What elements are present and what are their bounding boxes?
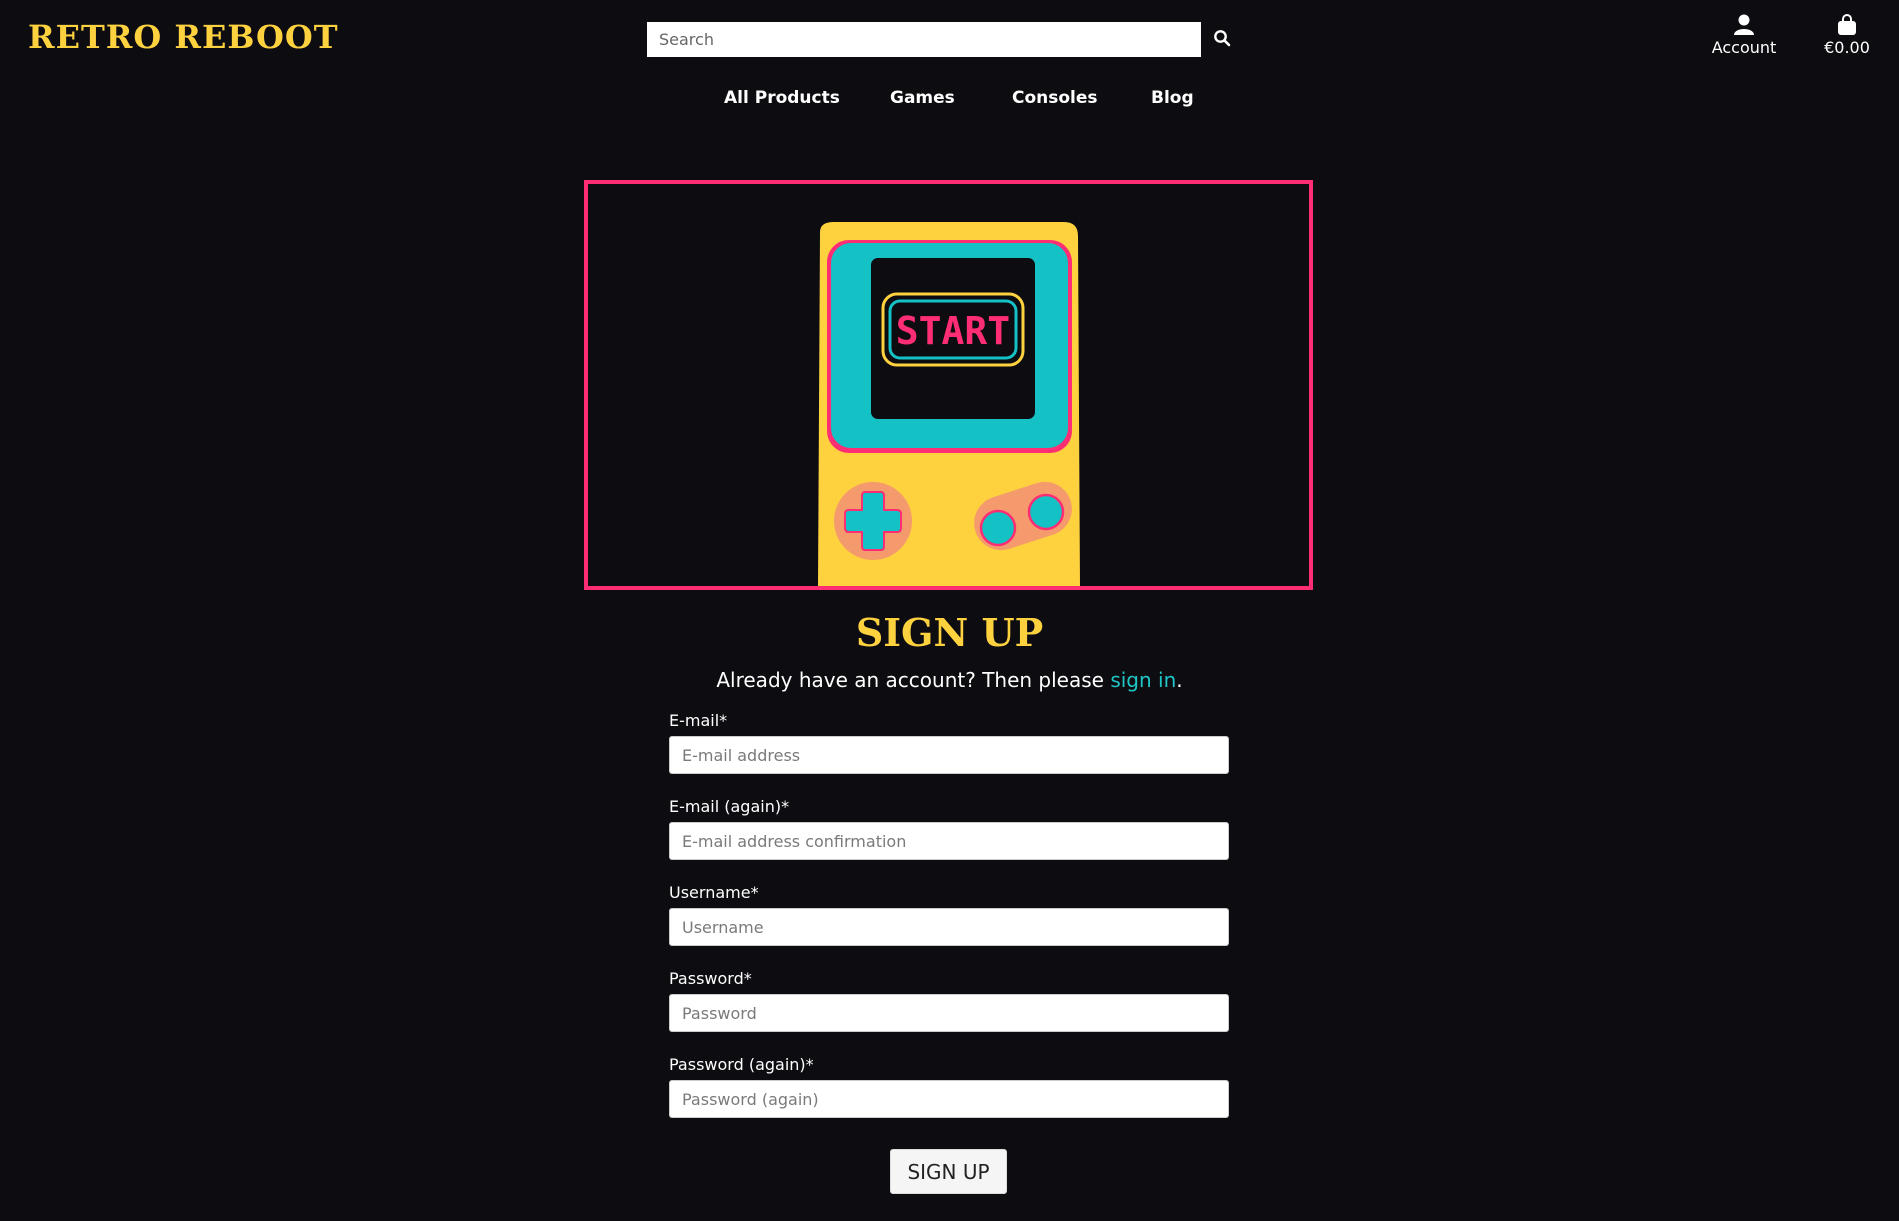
nav-blog[interactable]: Blog — [1151, 88, 1194, 108]
signin-prompt: Already have an account? Then please sig… — [0, 668, 1899, 692]
search-button[interactable] — [1209, 22, 1234, 57]
shopping-bag-icon — [1838, 14, 1856, 35]
user-icon — [1734, 14, 1754, 35]
site-logo[interactable]: RETRO REBOOT — [28, 18, 339, 56]
search-icon — [1213, 30, 1230, 47]
email-label: E-mail* — [669, 711, 728, 730]
password-field[interactable] — [669, 994, 1229, 1032]
account-label: Account — [1711, 38, 1777, 57]
page-title: SIGN UP — [855, 610, 1044, 655]
nav-games[interactable]: Games — [890, 88, 955, 108]
email-confirm-field[interactable] — [669, 822, 1229, 860]
search-bar — [647, 22, 1234, 57]
account-link[interactable]: Account — [1700, 14, 1788, 57]
hero-banner: START — [584, 180, 1313, 590]
password-confirm-label: Password (again)* — [669, 1055, 814, 1074]
signin-link[interactable]: sign in — [1110, 668, 1176, 692]
search-input[interactable] — [647, 22, 1201, 57]
hero-start-text: START — [896, 309, 1010, 353]
password-confirm-field[interactable] — [669, 1080, 1229, 1118]
username-field[interactable] — [669, 908, 1229, 946]
email-field[interactable] — [669, 736, 1229, 774]
signin-prefix: Already have an account? Then please — [716, 668, 1111, 692]
cart-link[interactable]: €0.00 — [1812, 14, 1882, 57]
gameboy-illustration: START — [818, 222, 1080, 586]
nav-consoles[interactable]: Consoles — [1012, 88, 1098, 108]
nav-all-products[interactable]: All Products — [724, 88, 840, 108]
email-confirm-label: E-mail (again)* — [669, 797, 790, 816]
signup-form: E-mail* E-mail (again)* Username* Passwo… — [669, 708, 1229, 1138]
signup-button[interactable]: SIGN UP — [890, 1149, 1007, 1194]
signin-suffix: . — [1176, 668, 1183, 692]
password-label: Password* — [669, 969, 752, 988]
cart-total: €0.00 — [1824, 38, 1870, 57]
username-label: Username* — [669, 883, 759, 902]
